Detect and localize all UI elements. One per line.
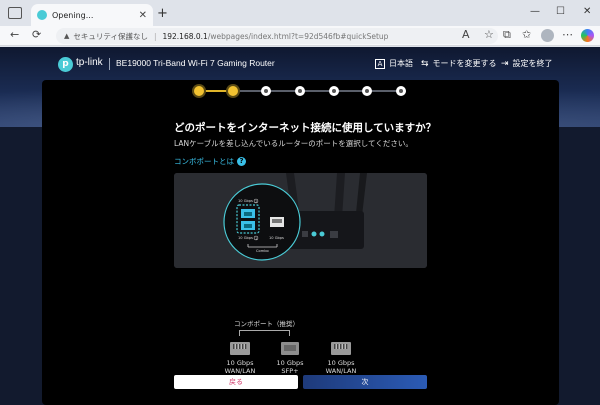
combo-bracket <box>239 330 290 336</box>
step-dot-7 <box>396 86 406 96</box>
step-dot-1 <box>194 86 204 96</box>
url-path: /webpages/index.html?t=92d546fb#quickSet… <box>207 31 389 41</box>
browser-tab-bar: Opening... ✕ + — ☐ ✕ <box>0 0 600 26</box>
url-host: 192.168.0.1 <box>162 31 208 41</box>
exit-setup-button[interactable]: ⇥ 設定を終了 <box>501 58 553 69</box>
language-label: 日本語 <box>389 59 413 68</box>
router-setup-page: p tp-link BE19000 Tri-Band Wi-Fi 7 Gamin… <box>0 47 600 405</box>
more-menu-icon[interactable]: ⋯ <box>562 28 573 42</box>
step-dot-2 <box>227 86 238 96</box>
combo-port-help-link[interactable]: コンボポートとは ? <box>174 156 246 167</box>
change-mode-button[interactable]: ⇆ モードを変更する <box>421 58 497 69</box>
reader-mode-icon[interactable]: A <box>462 28 470 42</box>
favorite-star-icon[interactable]: ☆ <box>484 28 494 42</box>
combo-link-label: コンボポートとは <box>174 157 234 166</box>
router-illustration: 10 Gbps 2 10 Gbps 1 10 Gbps Combo <box>174 173 427 268</box>
setup-panel: どのポートをインターネット接続に使用していますか？ LANケーブルを差し込んでい… <box>42 80 559 405</box>
refresh-icon[interactable]: ⟳ <box>32 28 41 42</box>
help-icon: ? <box>237 157 246 166</box>
diagram-badge-bottom: 1 <box>255 236 257 240</box>
ethernet-port-icon <box>230 342 250 355</box>
tab-actions-icon[interactable] <box>8 7 22 19</box>
close-window-icon[interactable]: ✕ <box>583 6 591 17</box>
tab-title: Opening... <box>52 10 94 20</box>
next-button[interactable]: 次 <box>303 375 427 389</box>
tp-link-logo-icon: p <box>58 57 73 72</box>
change-mode-label: モードを変更する <box>432 59 497 68</box>
back-button[interactable]: 戻る <box>174 375 298 389</box>
language-icon: A <box>375 58 385 69</box>
back-icon[interactable]: ← <box>10 28 19 42</box>
port-label: 10 Gbps WAN/LAN <box>224 359 256 375</box>
question-title: どのポートをインターネット接続に使用していますか？ <box>174 122 437 134</box>
diagram-badge-top: 2 <box>255 199 257 203</box>
router-header: p tp-link BE19000 Tri-Band Wi-Fi 7 Gamin… <box>0 47 600 79</box>
address-bar[interactable]: ▲ セキュリティ保護なし | 192.168.0.1 /webpages/ind… <box>56 28 498 44</box>
favorites-icon[interactable]: ✩ <box>522 28 531 42</box>
profile-avatar[interactable] <box>541 29 554 42</box>
new-tab-button[interactable]: + <box>157 6 168 21</box>
warning-icon[interactable]: ▲ <box>64 32 69 40</box>
brand-name: tp-link <box>76 57 103 68</box>
question-subtitle: LANケーブルを差し込んでいるルーターのポートを選択してください。 <box>174 139 413 148</box>
combo-port-section-label: コンボポート（推奨） <box>234 320 299 328</box>
swap-icon: ⇆ <box>421 58 429 69</box>
sfp-port-icon <box>281 342 299 355</box>
port-label: 10 Gbps WAN/LAN <box>325 359 357 375</box>
step-dot-3 <box>261 86 272 96</box>
progress-stepper <box>194 86 406 96</box>
router-port-diagram: 10 Gbps 2 10 Gbps 1 10 Gbps Combo <box>174 173 427 268</box>
tp-link-favicon-icon <box>37 10 47 20</box>
exit-setup-label: 設定を終了 <box>512 59 553 68</box>
security-label[interactable]: セキュリティ保護なし <box>73 31 148 42</box>
diagram-port-bottom-label: 10 Gbps <box>238 236 253 240</box>
step-dot-4 <box>295 86 305 96</box>
split-screen-icon[interactable]: ⧉ <box>503 28 511 42</box>
diagram-combo-caption: Combo <box>256 249 269 253</box>
step-dot-6 <box>362 86 373 96</box>
browser-toolbar: ← ⟳ ▲ セキュリティ保護なし | 192.168.0.1 /webpages… <box>0 26 600 46</box>
address-separator: | <box>153 31 157 41</box>
language-selector[interactable]: A 日本語 <box>375 58 413 69</box>
minimize-icon[interactable]: — <box>530 6 540 17</box>
tab-close-icon[interactable]: ✕ <box>139 10 147 21</box>
browser-tab[interactable]: Opening... ✕ <box>31 4 153 26</box>
ethernet-port-icon <box>331 342 351 355</box>
step-dot-5 <box>328 86 339 96</box>
copilot-icon[interactable] <box>581 29 594 42</box>
header-divider <box>109 58 110 70</box>
maximize-icon[interactable]: ☐ <box>556 6 565 17</box>
port-label: 10 Gbps SFP+ <box>276 359 304 375</box>
router-model: BE19000 Tri-Band Wi-Fi 7 Gaming Router <box>116 58 275 68</box>
diagram-port-top-label: 10 Gbps <box>238 199 253 203</box>
exit-icon: ⇥ <box>501 58 509 69</box>
diagram-sfp-label: 10 Gbps <box>269 236 284 240</box>
